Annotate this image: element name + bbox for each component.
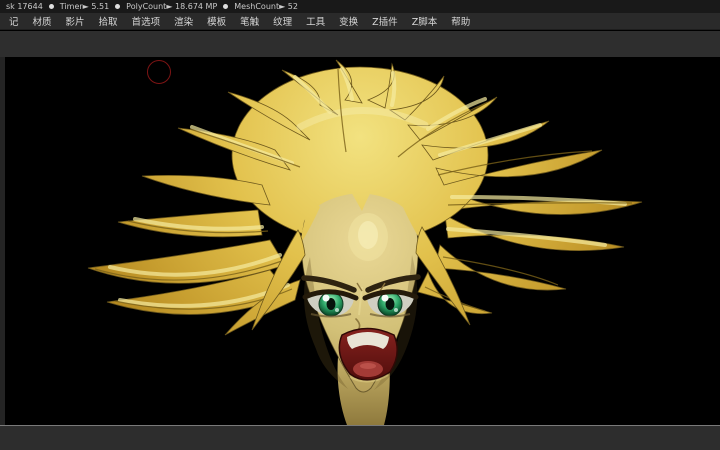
menu-item-stroke[interactable]: 笔触	[240, 14, 259, 28]
menu-item-movie[interactable]: 影片	[66, 14, 85, 28]
menu-item-marker[interactable]: 记	[9, 14, 19, 28]
disk-stat: sk 17644	[6, 2, 43, 11]
menu-item-help[interactable]: 帮助	[451, 14, 470, 28]
menu-item-zplugin[interactable]: Z插件	[372, 14, 398, 28]
menu-item-transform[interactable]: 变换	[339, 14, 358, 28]
forehead-highlight-core	[358, 221, 378, 249]
menu-item-texture[interactable]: 纹理	[273, 14, 292, 28]
model-render	[0, 57, 720, 425]
menu-item-material[interactable]: 材质	[33, 14, 52, 28]
bottom-bar	[0, 425, 720, 450]
menu-item-picker[interactable]: 拾取	[99, 14, 118, 28]
timer-stat: Timer► 5.51	[60, 2, 109, 11]
meshcount-stat: MeshCount► 52	[234, 2, 298, 11]
top-shelf	[0, 31, 720, 58]
brush-cursor	[147, 60, 171, 84]
zbrush-app: sk 17644 Timer► 5.51 PolyCount► 18.674 M…	[0, 0, 720, 450]
status-bar: sk 17644 Timer► 5.51 PolyCount► 18.674 M…	[0, 0, 720, 13]
menu-item-stencil[interactable]: 模板	[207, 14, 226, 28]
viewport-canvas[interactable]	[0, 57, 720, 425]
menu-item-zscript[interactable]: Z脚本	[412, 14, 438, 28]
polycount-dot-icon	[115, 4, 120, 9]
menu-item-tool[interactable]: 工具	[306, 14, 325, 28]
timer-dot-icon	[49, 4, 54, 9]
meshcount-dot-icon	[223, 4, 228, 9]
menu-item-render[interactable]: 渲染	[174, 14, 193, 28]
menu-item-preferences[interactable]: 首选项	[132, 14, 161, 28]
menu-bar: 记 材质 影片 拾取 首选项 渲染 模板 笔触 纹理 工具 变换 Z插件 Z脚本…	[0, 13, 720, 30]
polycount-stat: PolyCount► 18.674 MP	[126, 2, 217, 11]
